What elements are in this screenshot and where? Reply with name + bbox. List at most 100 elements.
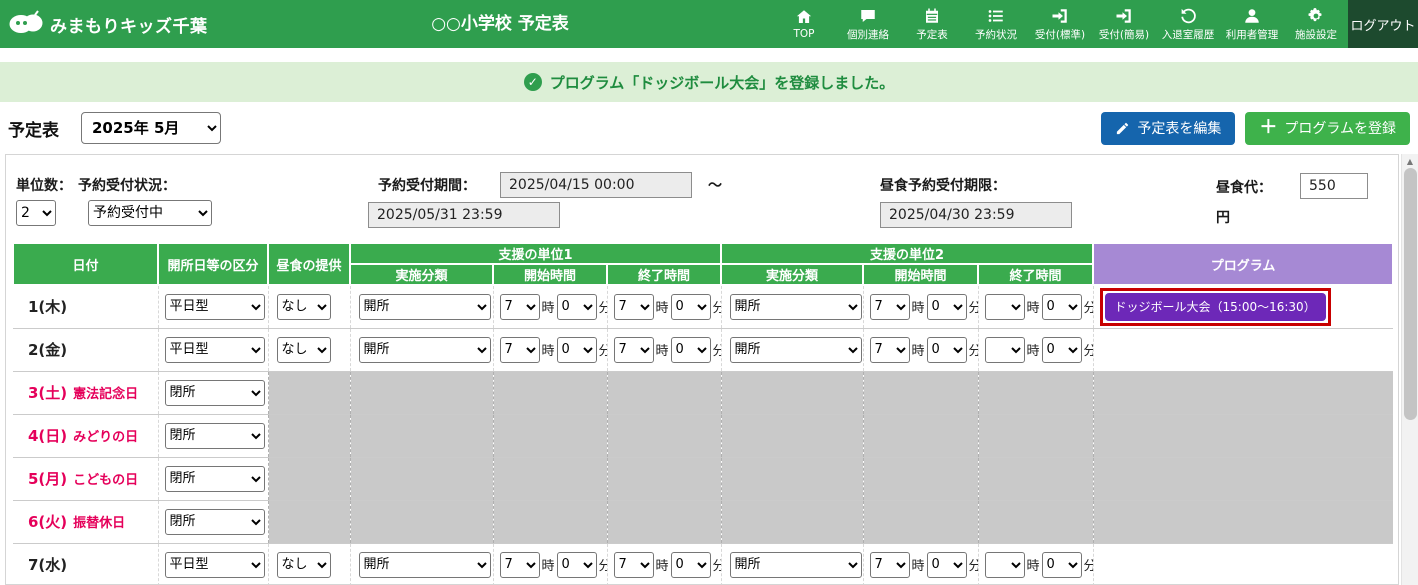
nav-item-calendar[interactable]: 予定表 (900, 0, 964, 48)
unit1-category-select[interactable]: 開所 (359, 337, 491, 363)
nav-item-list[interactable]: 予約状況 (964, 0, 1028, 48)
reservation-period-end-input[interactable] (368, 202, 560, 228)
unit2-start-time-minute-select[interactable]: 0 (927, 294, 967, 320)
day-type-select[interactable]: 閉所 (165, 380, 265, 406)
day-type-select[interactable]: 平日型 (165, 294, 265, 320)
disabled-cell (978, 414, 1093, 457)
logout-button[interactable]: ログアウト (1348, 0, 1418, 48)
unit1-start-time-hour-select[interactable]: 7 (500, 552, 540, 578)
holiday-name-label: 憲法記念日 (73, 387, 138, 402)
unit1-end-time-minute-select[interactable]: 0 (671, 294, 711, 320)
unit2-start-time-hour-select[interactable]: 7 (870, 552, 910, 578)
lunch-select[interactable]: なし (277, 294, 331, 320)
edit-button-label: 予定表を編集 (1137, 118, 1221, 138)
lunch-fee-input[interactable] (1300, 173, 1368, 199)
reservation-status-select[interactable]: 予約受付中 (88, 200, 212, 226)
hour-suffix-label: 時 (542, 344, 555, 359)
nav-item-user[interactable]: 利用者管理 (1220, 0, 1284, 48)
month-select[interactable]: 2025年 5月 (81, 112, 221, 144)
date-cell: 5(月)こどもの日 (13, 457, 158, 500)
unit2-end-time-minute-select[interactable]: 0 (1042, 552, 1082, 578)
lunch-select[interactable]: なし (277, 552, 331, 578)
minute-suffix-label: 分 (1084, 344, 1094, 359)
unit1-end-time-minute-select[interactable]: 0 (671, 552, 711, 578)
unit1-end-time-minute-select[interactable]: 0 (671, 337, 711, 363)
date-cell: 2(金) (13, 328, 158, 371)
unit1-start-time-minute-select[interactable]: 0 (557, 294, 597, 320)
program-button[interactable]: ドッジボール大会（15:00～16:30） (1105, 293, 1326, 321)
disabled-cell (1093, 414, 1393, 457)
unit1-start-time-minute-select[interactable]: 0 (557, 337, 597, 363)
disabled-cell (863, 457, 978, 500)
toolbar-actions: 予定表を編集 ＋ プログラムを登録 (1101, 112, 1410, 145)
program-cell (1093, 328, 1393, 371)
col-header-category: 実施分類 (721, 264, 863, 285)
app-logo[interactable]: みまもりキッズ千葉 (8, 0, 208, 48)
unit1-end-time-hour-select[interactable]: 7 (614, 552, 654, 578)
unit-count-select[interactable]: 2 (16, 200, 56, 226)
nav-item-home[interactable]: TOP (772, 0, 836, 48)
reservation-period-start-input[interactable] (500, 172, 692, 198)
nav-item-label: 受付(標準) (1035, 27, 1085, 42)
edit-schedule-button[interactable]: 予定表を編集 (1101, 112, 1235, 145)
unit2-category-select[interactable]: 開所 (730, 552, 862, 578)
nav-item-login[interactable]: 受付(簡易) (1092, 0, 1156, 48)
nav-item-history[interactable]: 入退室履歴 (1156, 0, 1220, 48)
day-type-cell: 閉所 (158, 414, 268, 457)
unit2-end-time-hour-select[interactable] (985, 337, 1025, 363)
unit1-category-select[interactable]: 開所 (359, 552, 491, 578)
nav-item-chat[interactable]: 個別連絡 (836, 0, 900, 48)
unit2-start-time-hour-select[interactable]: 7 (870, 294, 910, 320)
day-type-select[interactable]: 平日型 (165, 337, 265, 363)
unit2-start-time-minute-select[interactable]: 0 (927, 552, 967, 578)
logo-icon (8, 9, 44, 39)
day-type-select[interactable]: 閉所 (165, 509, 265, 535)
lunch-deadline-input[interactable] (880, 202, 1072, 228)
minute-suffix-label: 分 (969, 559, 978, 574)
register-program-button[interactable]: ＋ プログラムを登録 (1245, 112, 1410, 145)
unit1-category-select[interactable]: 開所 (359, 294, 491, 320)
minute-suffix-label: 分 (713, 301, 722, 316)
unit2-end-time-hour-select[interactable] (985, 294, 1025, 320)
day-type-cell: 平日型 (158, 285, 268, 328)
hour-suffix-label: 時 (912, 559, 925, 574)
unit1-start-time-minute-select[interactable]: 0 (557, 552, 597, 578)
unit1-category-cell: 開所 (350, 328, 493, 371)
unit2-category-select[interactable]: 開所 (730, 337, 862, 363)
date-cell: 3(土)憲法記念日 (13, 371, 158, 414)
chat-icon (859, 7, 877, 25)
unit1-end-time-hour-select[interactable]: 7 (614, 294, 654, 320)
disabled-cell (268, 500, 350, 543)
schedule-row: 7(水)平日型なし開所7時0分7時0分開所7時0分時0分 (13, 543, 1393, 585)
unit2-start-time-cell: 7時0分 (863, 543, 978, 585)
disabled-cell (721, 457, 863, 500)
day-type-select[interactable]: 閉所 (165, 423, 265, 449)
lunch-fee-unit-label: 円 (1216, 207, 1230, 227)
unit2-end-time-minute-select[interactable]: 0 (1042, 337, 1082, 363)
unit2-end-time-minute-select[interactable]: 0 (1042, 294, 1082, 320)
nav-item-gear[interactable]: 施設設定 (1284, 0, 1348, 48)
disabled-cell (268, 414, 350, 457)
lunch-select[interactable]: なし (277, 337, 331, 363)
nav-item-label: 入退室履歴 (1162, 27, 1215, 42)
unit1-start-time-hour-select[interactable]: 7 (500, 294, 540, 320)
hour-suffix-label: 時 (1027, 344, 1040, 359)
unit2-end-time-hour-select[interactable] (985, 552, 1025, 578)
unit1-start-time-hour-select[interactable]: 7 (500, 337, 540, 363)
tilde-separator: ～ (708, 175, 722, 195)
unit1-end-time-hour-select[interactable]: 7 (614, 337, 654, 363)
disabled-cell (350, 457, 493, 500)
minute-suffix-label: 分 (1084, 301, 1094, 316)
unit2-start-time-hour-select[interactable]: 7 (870, 337, 910, 363)
schedule-row: 5(月)こどもの日閉所 (13, 457, 1393, 500)
unit2-start-time-minute-select[interactable]: 0 (927, 337, 967, 363)
scrollbar-thumb[interactable] (1404, 168, 1417, 420)
disabled-cell (863, 371, 978, 414)
day-type-select[interactable]: 閉所 (165, 466, 265, 492)
success-message: プログラム「ドッジボール大会」を登録しました。 (550, 72, 895, 93)
unit2-category-select[interactable]: 開所 (730, 294, 862, 320)
nav-item-login[interactable]: 受付(標準) (1028, 0, 1092, 48)
day-type-select[interactable]: 平日型 (165, 552, 265, 578)
day-type-cell: 閉所 (158, 457, 268, 500)
vertical-scrollbar[interactable]: ▲ (1401, 154, 1418, 585)
